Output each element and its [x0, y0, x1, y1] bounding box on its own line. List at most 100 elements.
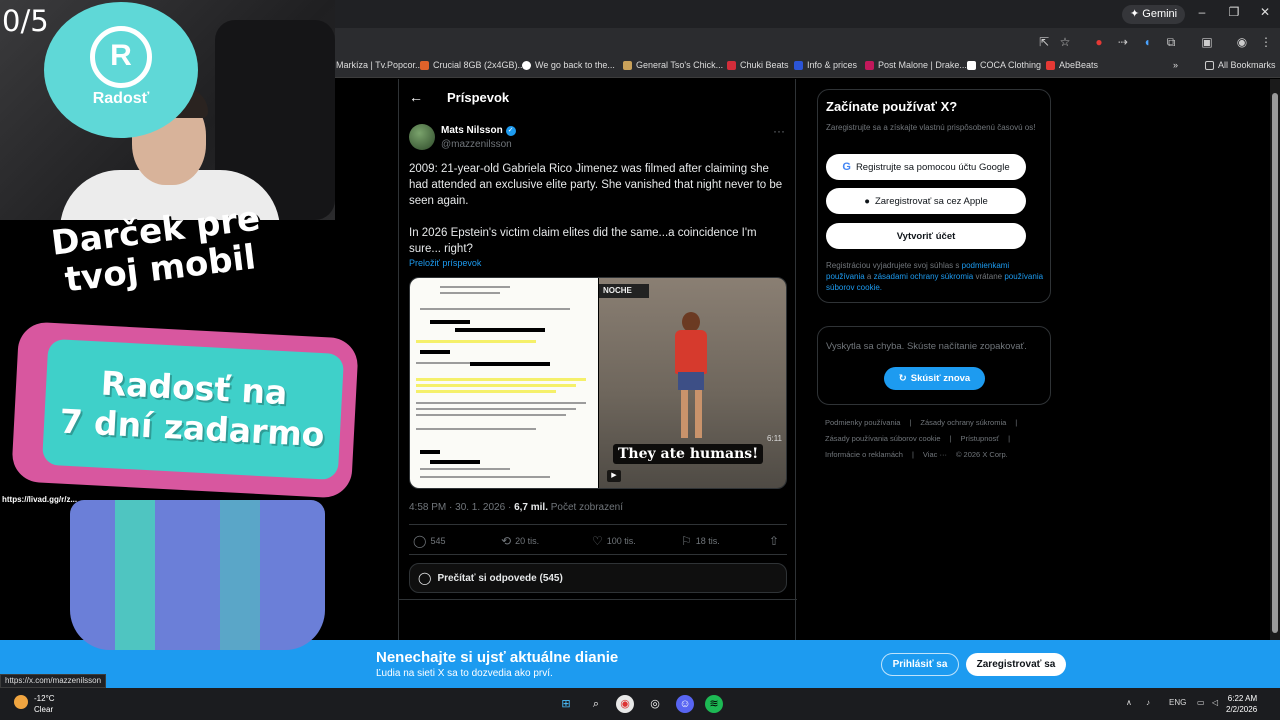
privacy-link[interactable]: zásadami ochrany súkromia [874, 272, 974, 281]
create-account-button[interactable]: Vytvoriť účet [826, 223, 1026, 249]
obs-icon[interactable]: ◎ [646, 695, 664, 713]
author-name[interactable]: Mats Nilsson [441, 125, 503, 136]
extension-icon[interactable]: ⇢ [1115, 34, 1131, 50]
translate-link[interactable]: Preložiť príspevok [409, 258, 481, 268]
reply-button[interactable]: ◯ 545 [413, 534, 445, 548]
bookmark-button[interactable]: ⚐ 18 tis. [681, 534, 720, 548]
post-meta: 4:58 PM · 30. 1. 2026 · 6,7 mil. Počet z… [409, 502, 623, 513]
bookmark-item[interactable]: We go back to the... [522, 60, 615, 70]
weather-widget[interactable]: -12°C Clear [34, 693, 55, 715]
apple-signup-label: Zaregistrovať sa cez Apple [874, 195, 988, 207]
divider [409, 524, 787, 525]
status-bar-url: https://x.com/mazzenilsson [0, 674, 107, 688]
language-indicator[interactable]: ENG [1169, 698, 1186, 707]
progress-counter: 0/5 [2, 4, 49, 38]
login-button[interactable]: Prihlásiť sa [881, 653, 959, 676]
more-options-icon[interactable]: ··· [773, 124, 785, 138]
play-icon[interactable]: ▶ [607, 470, 621, 482]
repost-count: 20 tis. [515, 536, 540, 546]
search-icon[interactable]: ⌕ [587, 695, 605, 713]
view-count: 6,7 mil. [514, 502, 548, 513]
volume-icon[interactable]: ◁ [1212, 698, 1218, 707]
document-image[interactable] [410, 278, 598, 488]
extension-blue-icon[interactable]: ◖ [1139, 34, 1155, 50]
post-timestamp[interactable]: 4:58 PM · 30. 1. 2026 · [409, 502, 514, 513]
like-button[interactable]: ♡ 100 tis. [592, 534, 636, 548]
tray-chevron-icon[interactable]: ∧ [1126, 698, 1132, 707]
video-player[interactable]: NOCHE 6:11 They ate humans! ▶ [599, 278, 786, 488]
page-scrollbar[interactable] [1270, 79, 1280, 640]
bookmark-item[interactable]: Info & prices [794, 60, 857, 70]
like-count: 100 tis. [606, 536, 636, 546]
bookmark-label: Chuki Beats [740, 60, 789, 70]
divider [399, 599, 797, 600]
discord-icon[interactable]: ☺ [676, 695, 694, 713]
network-icon[interactable]: ▭ [1197, 698, 1205, 707]
bookmark-item[interactable]: COCA Clothing [967, 60, 1041, 70]
repost-button[interactable]: ⟲ 20 tis. [501, 534, 539, 548]
error-message: Vyskytla sa chyba. Skúste načítanie zopa… [826, 341, 1027, 352]
footer-link[interactable]: Zásady ochrany súkromia [920, 418, 1006, 427]
error-card: Vyskytla sa chyba. Skúste načítanie zopa… [817, 326, 1051, 405]
author-avatar[interactable] [409, 124, 435, 150]
page-title: Príspevok [447, 89, 510, 105]
microphone-icon[interactable]: ♪ [1146, 698, 1150, 707]
back-arrow-icon[interactable]: ← [409, 89, 423, 105]
bookmark-item[interactable]: Chuki Beats [727, 60, 789, 70]
chrome-icon[interactable]: ◉ [616, 695, 634, 713]
bookmark-item[interactable]: Crucial 8GB (2x4GB)... [420, 60, 525, 70]
weather-icon[interactable] [14, 695, 28, 709]
bookmark-item[interactable]: Post Malone | Drake... [865, 60, 967, 70]
post-text-paragraph: In 2026 Epstein's victim claim elites di… [409, 227, 757, 255]
google-signup-button[interactable]: G Registrujte sa pomocou účtu Google [826, 154, 1026, 180]
restore-icon[interactable]: ❐ [1224, 5, 1244, 19]
bookmark-label: Markíza | Tv.Popcor... [336, 60, 423, 70]
close-icon[interactable]: ✕ [1255, 5, 1275, 19]
apple-signup-button[interactable]: ● Zaregistrovať sa cez Apple [826, 188, 1026, 214]
start-icon[interactable]: ⊞ [557, 695, 575, 713]
minimize-icon[interactable]: – [1192, 5, 1212, 19]
post-media[interactable]: NOCHE 6:11 They ate humans! ▶ [409, 277, 787, 489]
bookmarks-overflow-icon[interactable]: » [1173, 60, 1178, 70]
share-button[interactable]: ⇧ [769, 534, 779, 548]
post-text: 2009: 21-year-old Gabriela Rico Jimenez … [409, 161, 789, 257]
read-replies-button[interactable]: ◯ Prečítať si odpovede (545) [409, 563, 787, 593]
bookmark-label: Post Malone | Drake... [878, 60, 967, 70]
bookmark-item[interactable]: General Tso's Chick... [623, 60, 723, 70]
scrollbar-thumb[interactable] [1272, 93, 1278, 633]
menu-icon[interactable]: ⋮ [1258, 34, 1274, 50]
all-bookmarks[interactable]: All Bookmarks [1205, 60, 1276, 70]
gemini-label: Gemini [1142, 8, 1178, 20]
signup-title: Začínate používať X? [826, 99, 958, 114]
profile-avatar-icon[interactable]: ◉ [1234, 34, 1250, 50]
footer-more-link[interactable]: Viac ··· [923, 450, 947, 459]
search-tabs-icon[interactable]: ▣ [1199, 34, 1215, 50]
footer-link[interactable]: Podmienky používania [825, 418, 900, 427]
extension-red-icon[interactable]: ● [1091, 34, 1107, 50]
spotify-icon[interactable]: ≋ [705, 695, 723, 713]
bookmark-label: AbeBeats [1059, 60, 1099, 70]
create-account-label: Vytvoriť účet [896, 230, 956, 242]
retry-button[interactable]: ↻ Skúsiť znova [884, 367, 985, 390]
folder-icon [1205, 60, 1214, 70]
author-handle[interactable]: @mazzenilsson [441, 139, 516, 150]
bookmark-item[interactable]: Markíza | Tv.Popcor... [336, 60, 423, 70]
bookmark-label: We go back to the... [535, 60, 615, 70]
bookmark-star-icon[interactable]: ☆ [1057, 34, 1073, 50]
signup-button[interactable]: Zaregistrovať sa [966, 653, 1066, 676]
bookmark-icon: ⚐ [681, 534, 692, 548]
author-info[interactable]: Mats Nilsson ✓ @mazzenilsson [441, 125, 516, 150]
clock-date: 2/2/2026 [1226, 705, 1258, 714]
clock[interactable]: 6:22 AM 2/2/2026 [1226, 693, 1257, 715]
footer-link[interactable]: Zásady používania súborov cookie [825, 434, 941, 443]
footer-link[interactable]: Informácie o reklamách [825, 450, 903, 459]
bookmark-item[interactable]: AbeBeats [1046, 60, 1098, 70]
cast-icon[interactable]: ⇱ [1036, 34, 1052, 50]
radost-logo: R Radosť [44, 2, 198, 138]
gemini-button[interactable]: ✦ Gemini [1122, 5, 1186, 24]
apple-icon: ● [864, 195, 870, 207]
weather-temp: -12°C [34, 694, 55, 703]
video-person [671, 312, 711, 442]
extensions-icon[interactable]: ⧉ [1163, 34, 1179, 50]
footer-link[interactable]: Prístupnosť [960, 434, 999, 443]
